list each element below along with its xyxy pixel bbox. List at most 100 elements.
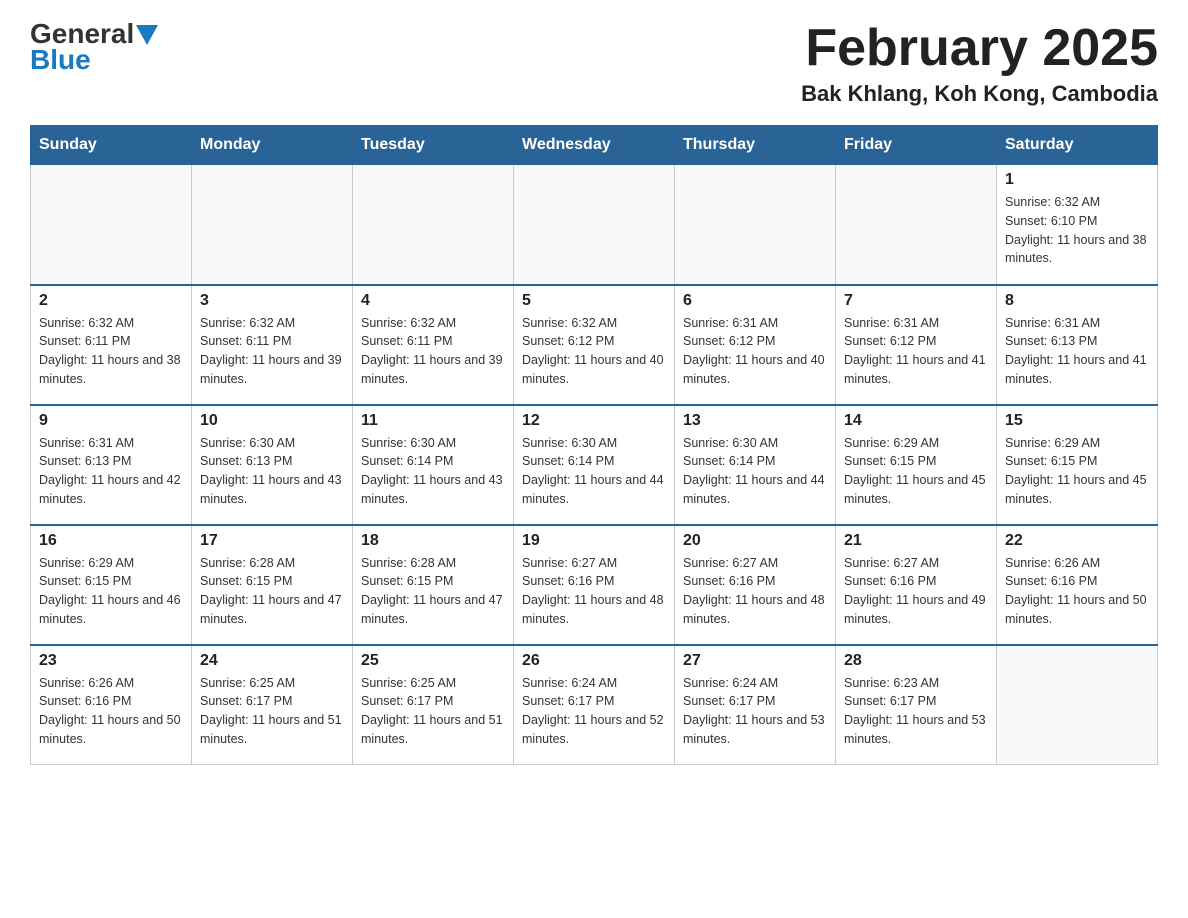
day-of-week-header: Sunday bbox=[31, 126, 192, 165]
day-number: 28 bbox=[844, 652, 988, 670]
day-info: Sunrise: 6:26 AMSunset: 6:16 PMDaylight:… bbox=[39, 674, 183, 749]
day-number: 4 bbox=[361, 292, 505, 310]
day-number: 14 bbox=[844, 412, 988, 430]
calendar-day-cell: 2Sunrise: 6:32 AMSunset: 6:11 PMDaylight… bbox=[31, 285, 192, 405]
calendar-day-cell: 5 Sunrise: 6:32 AMSunset: 6:12 PMDaylight… bbox=[514, 285, 675, 405]
calendar-day-cell: 12 Sunrise: 6:30 AMSunset: 6:14 PMDayligh… bbox=[514, 405, 675, 525]
calendar-day-cell: 19 Sunrise: 6:27 AMSunset: 6:16 PMDayligh… bbox=[514, 525, 675, 645]
calendar-day-cell: 3 Sunrise: 6:32 AMSunset: 6:11 PMDaylight… bbox=[192, 285, 353, 405]
day-number: 26 bbox=[522, 652, 666, 670]
day-info: Sunrise: 6:29 AMSunset: 6:15 PMDaylight:… bbox=[1005, 434, 1149, 509]
day-info: Sunrise: 6:27 AMSunset: 6:16 PMDaylight:… bbox=[683, 554, 827, 629]
day-info: Sunrise: 6:31 AMSunset: 6:13 PMDaylight:… bbox=[1005, 314, 1149, 389]
day-number: 16 bbox=[39, 532, 183, 550]
calendar-subtitle: Bak Khlang, Koh Kong, Cambodia bbox=[801, 81, 1158, 107]
day-number: 1 bbox=[1005, 171, 1149, 189]
calendar-day-cell: 21 Sunrise: 6:27 AMSunset: 6:16 PMDayligh… bbox=[836, 525, 997, 645]
day-number: 7 bbox=[844, 292, 988, 310]
day-info: Sunrise: 6:32 AMSunset: 6:10 PMDaylight:… bbox=[1005, 193, 1149, 268]
day-of-week-header: Tuesday bbox=[353, 126, 514, 165]
calendar-day-cell: 14 Sunrise: 6:29 AMSunset: 6:15 PMDayligh… bbox=[836, 405, 997, 525]
calendar-day-cell bbox=[31, 165, 192, 285]
calendar-day-cell: 6 Sunrise: 6:31 AMSunset: 6:12 PMDaylight… bbox=[675, 285, 836, 405]
day-number: 11 bbox=[361, 412, 505, 430]
day-of-week-header: Saturday bbox=[997, 126, 1158, 165]
calendar-day-cell: 16 Sunrise: 6:29 AMSunset: 6:15 PMDayligh… bbox=[31, 525, 192, 645]
day-info: Sunrise: 6:28 AMSunset: 6:15 PMDaylight:… bbox=[361, 554, 505, 629]
calendar-day-cell: 27Sunrise: 6:24 AMSunset: 6:17 PMDayligh… bbox=[675, 645, 836, 765]
calendar-day-cell: 20 Sunrise: 6:27 AMSunset: 6:16 PMDayligh… bbox=[675, 525, 836, 645]
day-info: Sunrise: 6:29 AMSunset: 6:15 PMDaylight:… bbox=[39, 554, 183, 629]
day-info: Sunrise: 6:27 AMSunset: 6:16 PMDaylight:… bbox=[844, 554, 988, 629]
calendar-day-cell: 8 Sunrise: 6:31 AMSunset: 6:13 PMDaylight… bbox=[997, 285, 1158, 405]
day-number: 5 bbox=[522, 292, 666, 310]
calendar-day-cell: 25 Sunrise: 6:25 AMSunset: 6:17 PMDayligh… bbox=[353, 645, 514, 765]
day-number: 15 bbox=[1005, 412, 1149, 430]
calendar-day-cell: 23 Sunrise: 6:26 AMSunset: 6:16 PMDayligh… bbox=[31, 645, 192, 765]
calendar-day-cell: 7 Sunrise: 6:31 AMSunset: 6:12 PMDaylight… bbox=[836, 285, 997, 405]
day-info: Sunrise: 6:30 AMSunset: 6:14 PMDaylight:… bbox=[683, 434, 827, 509]
calendar-title: February 2025 bbox=[801, 20, 1158, 77]
day-number: 22 bbox=[1005, 532, 1149, 550]
day-info: Sunrise: 6:29 AMSunset: 6:15 PMDaylight:… bbox=[844, 434, 988, 509]
calendar-day-cell bbox=[997, 645, 1158, 765]
logo: General Blue bbox=[30, 20, 158, 76]
day-number: 12 bbox=[522, 412, 666, 430]
day-info: Sunrise: 6:28 AMSunset: 6:15 PMDaylight:… bbox=[200, 554, 344, 629]
day-number: 8 bbox=[1005, 292, 1149, 310]
day-info: Sunrise: 6:32 AMSunset: 6:11 PMDaylight:… bbox=[200, 314, 344, 389]
calendar-day-cell: 13 Sunrise: 6:30 AMSunset: 6:14 PMDayligh… bbox=[675, 405, 836, 525]
day-number: 21 bbox=[844, 532, 988, 550]
day-info: Sunrise: 6:23 AMSunset: 6:17 PMDaylight:… bbox=[844, 674, 988, 749]
day-of-week-header: Thursday bbox=[675, 126, 836, 165]
day-info: Sunrise: 6:32 AMSunset: 6:12 PMDaylight:… bbox=[522, 314, 666, 389]
logo-triangle-icon bbox=[136, 25, 158, 45]
day-of-week-header: Monday bbox=[192, 126, 353, 165]
calendar-day-cell: 22 Sunrise: 6:26 AMSunset: 6:16 PMDayligh… bbox=[997, 525, 1158, 645]
calendar-day-cell: 9 Sunrise: 6:31 AMSunset: 6:13 PMDaylight… bbox=[31, 405, 192, 525]
calendar-day-cell bbox=[514, 165, 675, 285]
day-info: Sunrise: 6:31 AMSunset: 6:12 PMDaylight:… bbox=[683, 314, 827, 389]
logo-blue: Blue bbox=[30, 44, 91, 76]
page-header: General Blue February 2025 Bak Khlang, K… bbox=[30, 20, 1158, 107]
calendar-week-row: 16 Sunrise: 6:29 AMSunset: 6:15 PMDayligh… bbox=[31, 525, 1158, 645]
calendar-week-row: 9 Sunrise: 6:31 AMSunset: 6:13 PMDaylight… bbox=[31, 405, 1158, 525]
calendar-header-row: SundayMondayTuesdayWednesdayThursdayFrid… bbox=[31, 126, 1158, 165]
day-info: Sunrise: 6:30 AMSunset: 6:14 PMDaylight:… bbox=[522, 434, 666, 509]
calendar-week-row: 1 Sunrise: 6:32 AMSunset: 6:10 PMDaylight… bbox=[31, 165, 1158, 285]
day-of-week-header: Friday bbox=[836, 126, 997, 165]
day-info: Sunrise: 6:31 AMSunset: 6:12 PMDaylight:… bbox=[844, 314, 988, 389]
calendar-day-cell bbox=[192, 165, 353, 285]
day-number: 3 bbox=[200, 292, 344, 310]
day-number: 18 bbox=[361, 532, 505, 550]
day-info: Sunrise: 6:25 AMSunset: 6:17 PMDaylight:… bbox=[361, 674, 505, 749]
day-info: Sunrise: 6:26 AMSunset: 6:16 PMDaylight:… bbox=[1005, 554, 1149, 629]
day-info: Sunrise: 6:30 AMSunset: 6:14 PMDaylight:… bbox=[361, 434, 505, 509]
day-number: 19 bbox=[522, 532, 666, 550]
day-number: 23 bbox=[39, 652, 183, 670]
calendar-day-cell: 11 Sunrise: 6:30 AMSunset: 6:14 PMDayligh… bbox=[353, 405, 514, 525]
calendar-week-row: 23 Sunrise: 6:26 AMSunset: 6:16 PMDayligh… bbox=[31, 645, 1158, 765]
calendar-day-cell bbox=[675, 165, 836, 285]
calendar-day-cell: 17 Sunrise: 6:28 AMSunset: 6:15 PMDayligh… bbox=[192, 525, 353, 645]
day-number: 13 bbox=[683, 412, 827, 430]
day-info: Sunrise: 6:31 AMSunset: 6:13 PMDaylight:… bbox=[39, 434, 183, 509]
day-number: 2 bbox=[39, 292, 183, 310]
day-number: 20 bbox=[683, 532, 827, 550]
day-number: 24 bbox=[200, 652, 344, 670]
calendar-day-cell: 24Sunrise: 6:25 AMSunset: 6:17 PMDayligh… bbox=[192, 645, 353, 765]
calendar-day-cell: 26 Sunrise: 6:24 AMSunset: 6:17 PMDayligh… bbox=[514, 645, 675, 765]
day-info: Sunrise: 6:30 AMSunset: 6:13 PMDaylight:… bbox=[200, 434, 344, 509]
calendar-day-cell: 4Sunrise: 6:32 AMSunset: 6:11 PMDaylight… bbox=[353, 285, 514, 405]
calendar-day-cell: 15 Sunrise: 6:29 AMSunset: 6:15 PMDayligh… bbox=[997, 405, 1158, 525]
day-number: 17 bbox=[200, 532, 344, 550]
day-number: 10 bbox=[200, 412, 344, 430]
day-number: 6 bbox=[683, 292, 827, 310]
day-info: Sunrise: 6:24 AMSunset: 6:17 PMDaylight:… bbox=[522, 674, 666, 749]
calendar-table: SundayMondayTuesdayWednesdayThursdayFrid… bbox=[30, 125, 1158, 765]
day-number: 25 bbox=[361, 652, 505, 670]
day-info: Sunrise: 6:27 AMSunset: 6:16 PMDaylight:… bbox=[522, 554, 666, 629]
day-number: 9 bbox=[39, 412, 183, 430]
day-info: Sunrise: 6:24 AMSunset: 6:17 PMDaylight:… bbox=[683, 674, 827, 749]
calendar-week-row: 2 Sunrise: 6:32 AMSunset: 6:11 PMDaylight… bbox=[31, 285, 1158, 405]
